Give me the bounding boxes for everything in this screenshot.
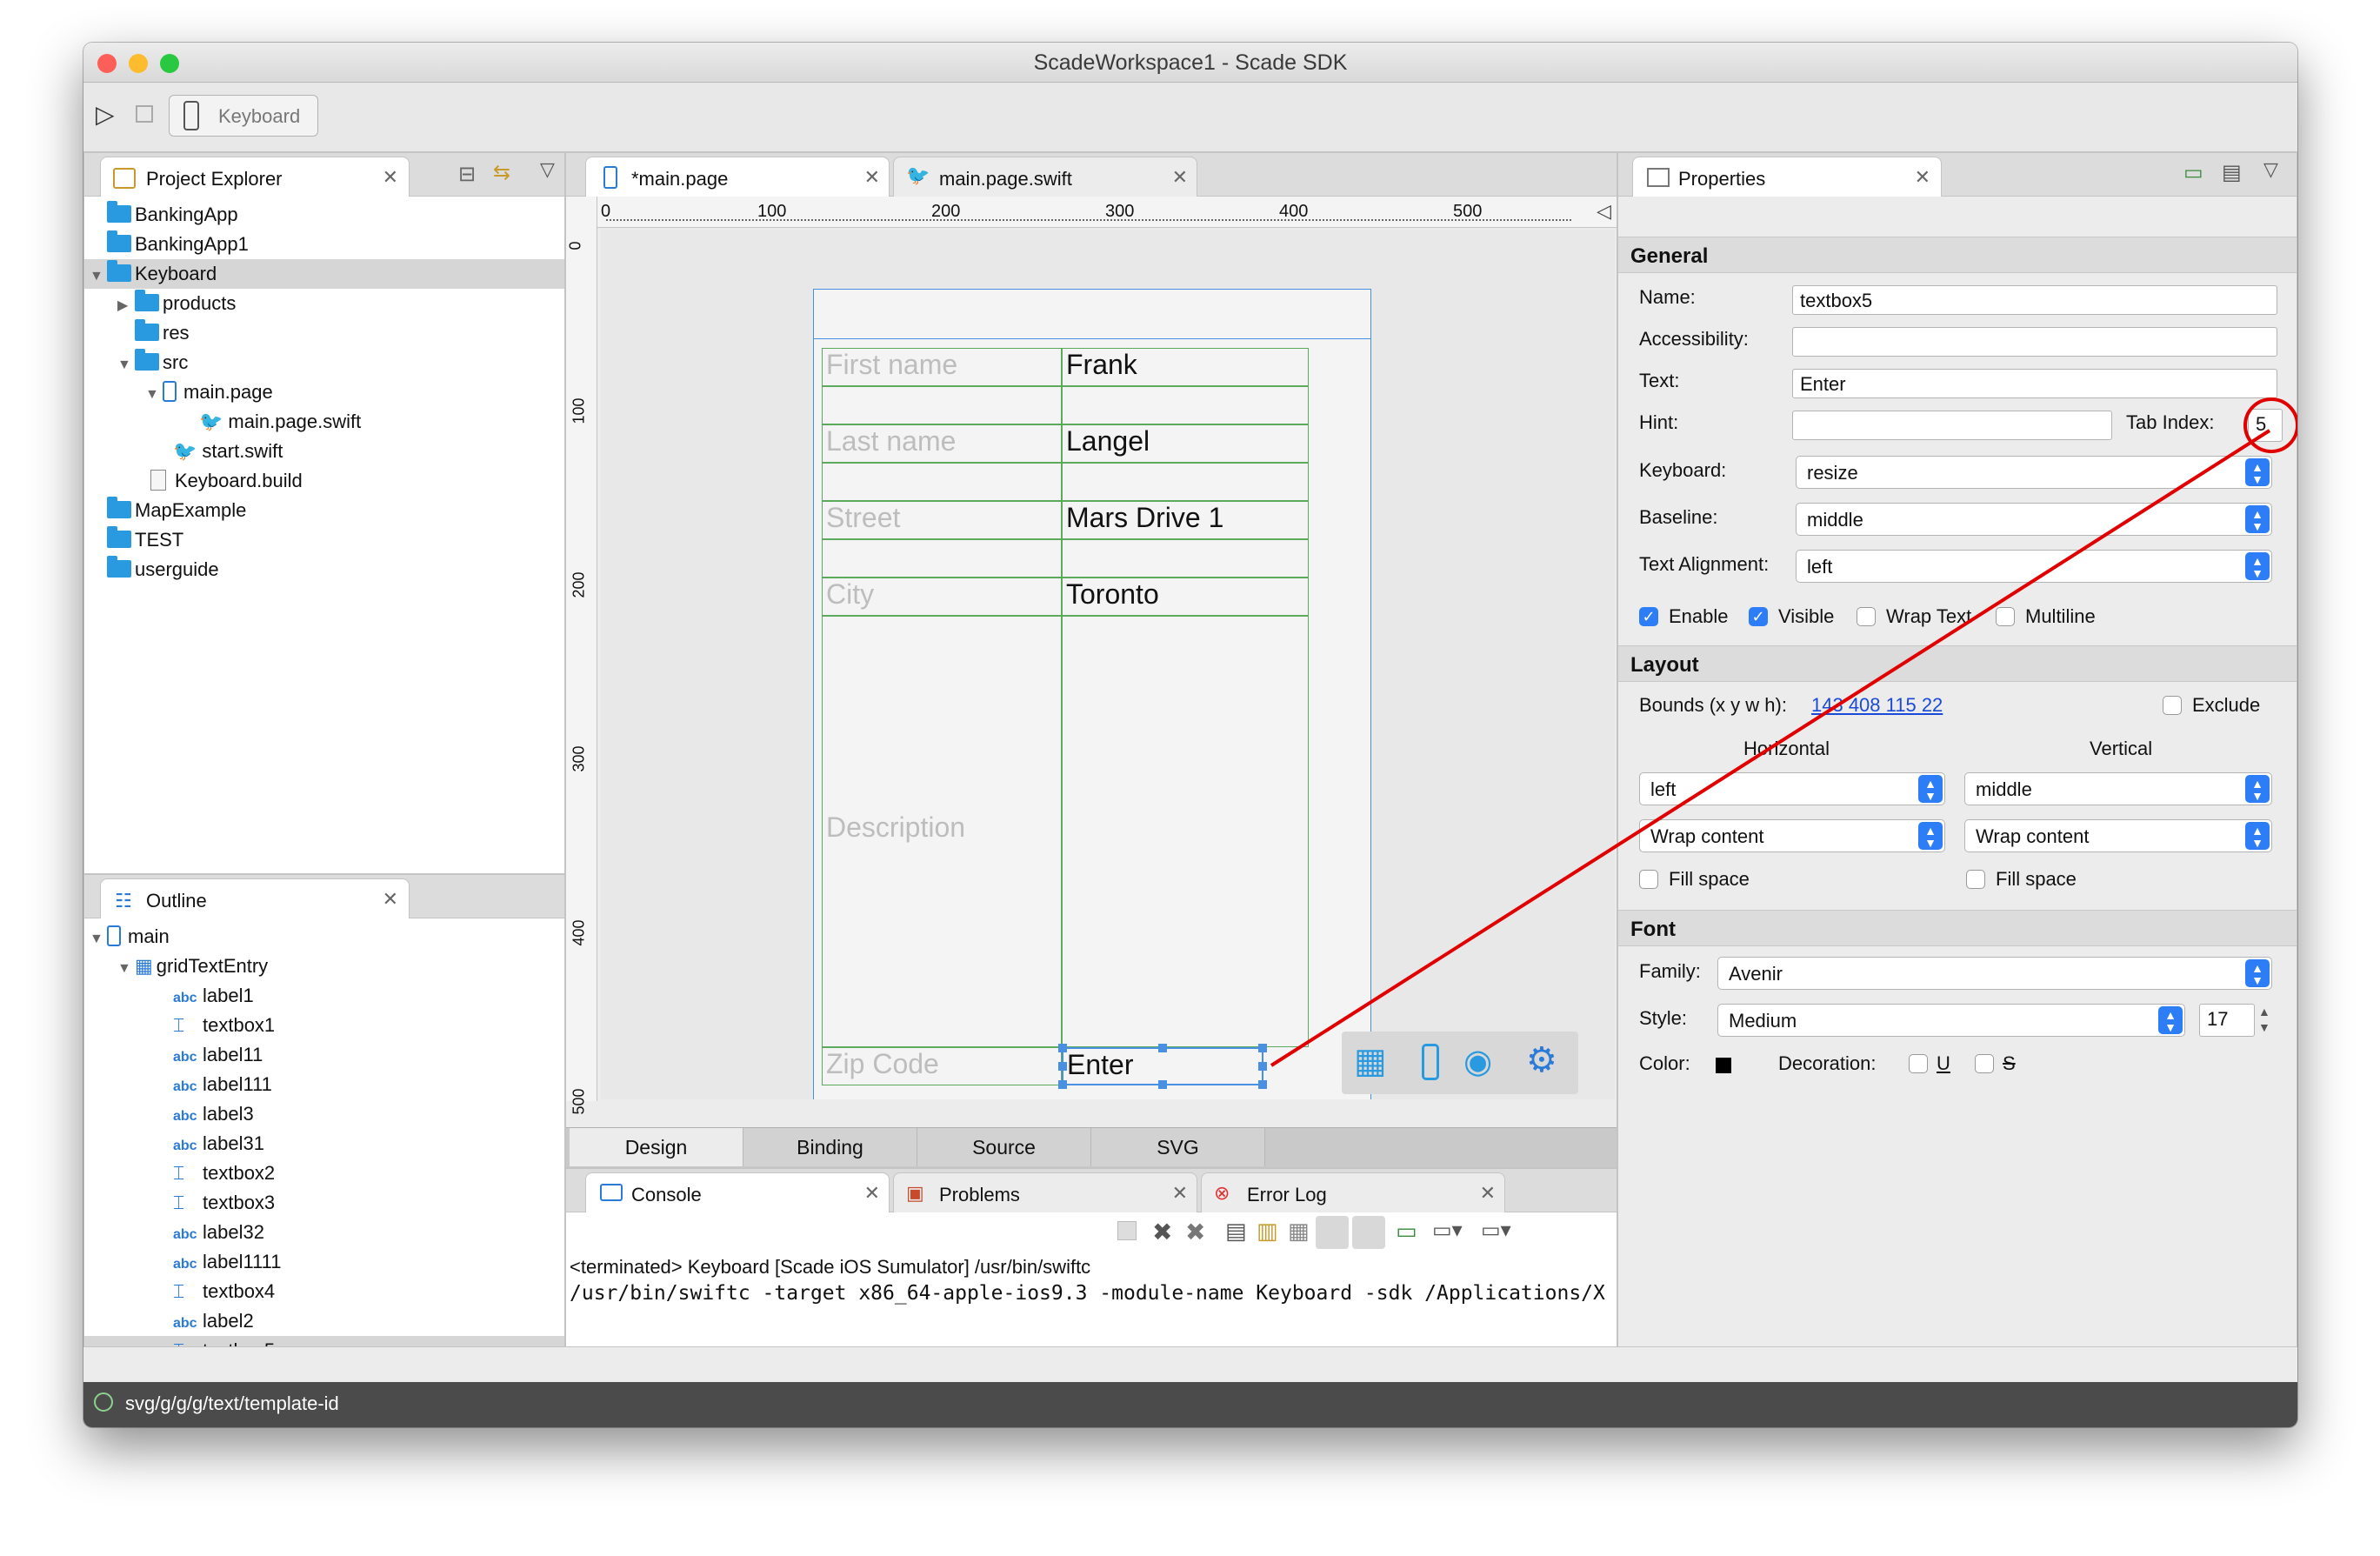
annotation-circle (2243, 397, 2297, 453)
annotation-overlay (1270, 397, 2297, 1067)
annotation-arrow (1270, 429, 2271, 1067)
app-window: ScadeWorkspace1 - Scade SDK ▷ Keyboard P… (83, 43, 2297, 1427)
